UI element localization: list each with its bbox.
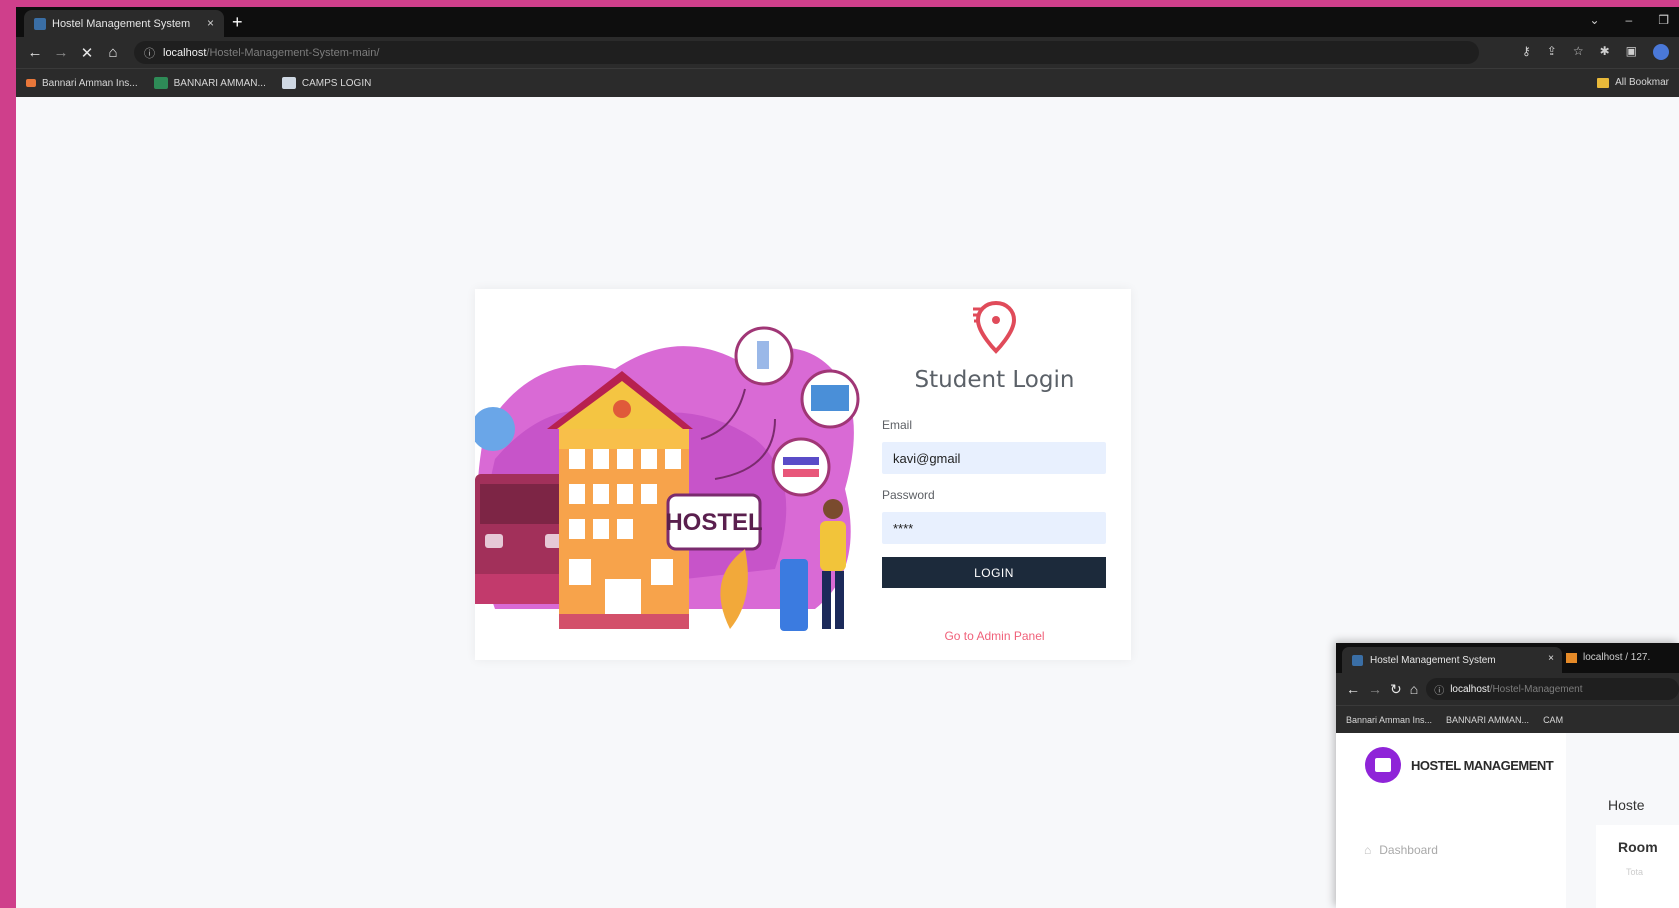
bookmark-favicon-icon <box>281 77 296 89</box>
secondary-tab-phpmyadmin[interactable]: localhost / 127. <box>1566 652 1650 663</box>
tab-bar: Hostel Management System × + ⌄ – ❐ <box>16 7 1679 37</box>
back-arrow-icon[interactable]: ← <box>22 44 48 61</box>
forward-arrow-icon[interactable]: → <box>48 44 74 61</box>
hostel-sign-text: HOSTEL <box>665 509 762 536</box>
window-controls: ⌄ – ❐ <box>1589 13 1669 27</box>
sidebar-item-dashboard[interactable]: ⌂ Dashboard <box>1364 843 1438 857</box>
brand-logo-icon <box>1365 747 1401 783</box>
site-info-icon[interactable]: ⓘ <box>144 45 155 61</box>
profile-avatar-icon[interactable] <box>1653 44 1669 60</box>
email-field[interactable] <box>882 442 1106 474</box>
toolbar-right-icons: ⚷ ⇪ ☆ ✱ ▣ <box>1522 44 1669 60</box>
restore-icon[interactable]: ❐ <box>1658 13 1669 27</box>
rooms-panel: Room Tota <box>1596 825 1679 908</box>
login-title: Student Login <box>914 367 1075 393</box>
password-field[interactable] <box>882 512 1106 544</box>
panel-subtitle: Tota <box>1626 867 1644 877</box>
admin-sidebar: HOSTEL MANAGEMENT ⌂ Dashboard <box>1336 733 1566 908</box>
new-tab-button[interactable]: + <box>232 12 243 33</box>
bookmark-favicon-icon <box>26 79 36 87</box>
favicon-icon <box>1352 655 1363 666</box>
home-icon[interactable]: ⌂ <box>1410 681 1418 697</box>
url-path: /Hostel-Management-System-main/ <box>206 46 380 59</box>
sidepanel-icon[interactable]: ▣ <box>1626 44 1637 60</box>
tab-hostel-management[interactable]: Hostel Management System × <box>24 10 224 37</box>
close-tab-icon[interactable]: × <box>1548 653 1554 664</box>
url-path: /Hostel-Management <box>1489 683 1583 695</box>
brand: HOSTEL MANAGEMENT <box>1365 747 1554 783</box>
bookmark-label: BANNARI AMMAN... <box>173 77 266 89</box>
location-pin-icon <box>973 300 1017 354</box>
folder-icon <box>1597 77 1610 88</box>
minimize-icon[interactable]: – <box>1626 13 1633 27</box>
login-card: HOSTEL Student Login Email kavi@gmail Pa… <box>475 289 1131 660</box>
login-button[interactable]: LOGIN <box>882 557 1106 588</box>
page-heading: Hoste <box>1608 797 1645 813</box>
bookmark-bannari-amman-ins[interactable]: Bannari Amman Ins... <box>26 78 138 89</box>
browser-toolbar: ← → ✕ ⌂ ⓘ localhost /Hostel-Management-S… <box>16 37 1679 68</box>
bookmark-item[interactable]: BANNARI AMMAN... <box>1446 715 1529 725</box>
bookmark-item[interactable]: Bannari Amman Ins... <box>1346 715 1432 725</box>
tab-search-icon[interactable]: ⌄ <box>1589 13 1599 27</box>
secondary-tab-title: Hostel Management System <box>1370 654 1496 666</box>
url-host: localhost <box>1450 683 1490 695</box>
bookmark-bannari-amman[interactable]: BANNARI AMMAN... <box>153 77 266 89</box>
close-tab-icon[interactable]: × <box>207 16 214 30</box>
secondary-browser-window: Hostel Management System × localhost / 1… <box>1336 643 1679 908</box>
hostel-illustration: HOSTEL <box>475 326 860 631</box>
brand-name: HOSTEL MANAGEMENT <box>1411 757 1554 773</box>
tab-title: Hostel Management System <box>52 17 191 30</box>
sidebar-item-label: Dashboard <box>1379 843 1438 857</box>
panel-title: Room <box>1618 839 1658 855</box>
stop-loading-icon[interactable]: ✕ <box>74 44 100 62</box>
login-form: Student Login Email Password LOGIN Go to… <box>882 289 1107 660</box>
star-icon[interactable]: ☆ <box>1573 44 1584 60</box>
all-bookmarks[interactable]: All Bookmar <box>1597 77 1669 88</box>
phpmyadmin-favicon-icon <box>1566 652 1577 663</box>
bookmark-camps-login[interactable]: CAMPS LOGIN <box>281 77 372 89</box>
back-arrow-icon[interactable]: ← <box>1346 681 1360 697</box>
home-icon: ⌂ <box>1364 843 1372 857</box>
home-icon[interactable]: ⌂ <box>100 44 126 61</box>
bookmark-label: CAMPS LOGIN <box>301 77 372 89</box>
key-icon[interactable]: ⚷ <box>1522 44 1531 60</box>
secondary-tab-hostel[interactable]: Hostel Management System × <box>1342 647 1562 673</box>
bookmark-item[interactable]: CAM <box>1543 715 1563 725</box>
secondary-address-bar[interactable]: ⓘ localhost /Hostel-Management <box>1426 678 1679 700</box>
password-label: Password <box>882 488 935 502</box>
reload-icon[interactable]: ↻ <box>1390 681 1402 698</box>
forward-arrow-icon[interactable]: → <box>1368 681 1382 697</box>
secondary-toolbar: ← → ↻ ⌂ ⓘ localhost /Hostel-Management <box>1336 673 1679 705</box>
bookmark-label: Bannari Amman Ins... <box>42 77 138 89</box>
address-bar[interactable]: ⓘ localhost /Hostel-Management-System-ma… <box>134 41 1479 64</box>
secondary-tab-bar: Hostel Management System × localhost / 1… <box>1336 643 1679 673</box>
secondary-bookmarks-bar: Bannari Amman Ins... BANNARI AMMAN... CA… <box>1336 705 1679 733</box>
admin-panel-link[interactable]: Go to Admin Panel <box>882 629 1107 643</box>
bookmarks-bar: Bannari Amman Ins... BANNARI AMMAN... CA… <box>16 68 1679 97</box>
email-label: Email <box>882 418 913 432</box>
secondary-page: HOSTEL MANAGEMENT ⌂ Dashboard Hoste Room… <box>1336 733 1679 908</box>
bookmark-favicon-icon <box>153 77 168 89</box>
extensions-icon[interactable]: ✱ <box>1600 44 1610 60</box>
site-info-icon[interactable]: ⓘ <box>1434 682 1444 697</box>
secondary-tab2-title: localhost / 127. <box>1583 652 1651 663</box>
all-bookmarks-label: All Bookmar <box>1615 77 1669 88</box>
share-icon[interactable]: ⇪ <box>1547 44 1557 60</box>
favicon-icon <box>34 18 46 30</box>
url-host: localhost <box>163 46 207 59</box>
